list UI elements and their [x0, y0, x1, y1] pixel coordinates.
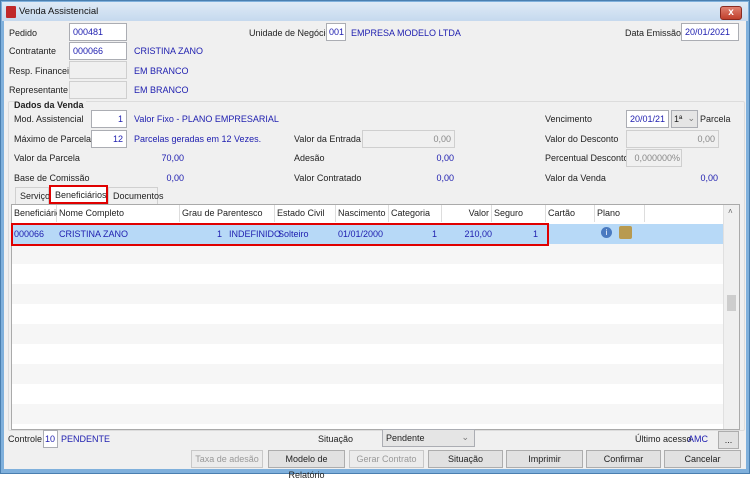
contratante-label: Contratante — [9, 46, 57, 56]
taxa-adesao-button[interactable]: Taxa de adesão — [191, 450, 263, 468]
contratante-name: CRISTINA ZANO — [134, 46, 204, 56]
adesao-value: 0,00 — [436, 153, 454, 163]
max-label: Máximo de Parcelas — [14, 134, 96, 144]
cancelar-button[interactable]: Cancelar — [664, 450, 741, 468]
table-row — [12, 284, 723, 304]
col-header[interactable]: Cartão — [546, 205, 595, 222]
unidade-label: Unidade de Negócio — [249, 28, 331, 38]
more-button[interactable]: ... — [718, 431, 739, 449]
scroll-up-icon[interactable]: ˄ — [728, 207, 733, 216]
resp-label: Resp. Financeiro — [9, 66, 78, 76]
max-text: Parcelas geradas em 12 Vezes. — [134, 134, 262, 144]
window: Venda Assistencial x Pedido 000481 Contr… — [0, 0, 750, 480]
mod-input[interactable]: 1 — [91, 110, 127, 128]
col-header[interactable]: Nascimento — [336, 205, 389, 222]
data-label: Data Emissão — [625, 28, 682, 38]
table-row — [12, 324, 723, 344]
col-header[interactable]: Categoria — [389, 205, 442, 222]
col-header[interactable]: Grau de Parentesco — [180, 205, 275, 222]
row-highlight — [11, 223, 549, 246]
parcela-label: Parcela — [700, 114, 731, 124]
ultimo-value: AMC — [688, 434, 708, 444]
base-label: Base de Comissão — [14, 173, 90, 183]
table-row — [12, 404, 723, 424]
pedido-label: Pedido — [9, 28, 38, 38]
valor-entrada-input[interactable]: 0,00 — [362, 130, 455, 148]
app-logo-icon — [6, 6, 16, 18]
close-button[interactable]: x — [720, 6, 742, 20]
unidade-name: EMPRESA MODELO LTDA — [351, 28, 461, 38]
max-parcelas-input[interactable]: 12 — [91, 130, 127, 148]
controle-input[interactable]: 10 — [43, 430, 58, 448]
scroll-thumb[interactable] — [727, 295, 736, 311]
title-bar: Venda Assistencial x — [2, 2, 748, 21]
controle-status: PENDENTE — [61, 434, 111, 444]
col-header[interactable]: Beneficiário — [12, 205, 61, 222]
controle-label: Controle — [8, 434, 43, 444]
resp-name: EM BRANCO — [134, 66, 189, 76]
rep-name: EM BRANCO — [134, 85, 189, 95]
tab-documentos[interactable]: Documentos — [108, 187, 164, 204]
perc-label: Percentual Desconto — [545, 153, 629, 163]
user-card-icon[interactable] — [619, 226, 632, 239]
scrollbar[interactable]: ˄ — [723, 205, 739, 429]
ultimo-label: Último acesso — [635, 434, 692, 444]
table-row — [12, 244, 723, 264]
info-icon[interactable]: i — [601, 227, 612, 238]
contratado-value: 0,00 — [436, 173, 454, 183]
confirmar-button[interactable]: Confirmar — [586, 450, 661, 468]
data-emissao-input[interactable]: 20/01/2021 — [681, 23, 739, 41]
table-row — [12, 364, 723, 384]
mod-text: Valor Fixo - PLANO EMPRESARIAL — [134, 114, 279, 124]
col-header[interactable]: Valor — [442, 205, 492, 222]
valor-parcela: 70,00 — [161, 153, 184, 163]
mod-label: Mod. Assistencial — [14, 114, 84, 124]
entrada-label: Valor da Entrada — [294, 134, 361, 144]
tab-beneficiarios[interactable]: Beneficiários — [49, 185, 108, 204]
col-header[interactable]: Estado Civil — [275, 205, 336, 222]
unidade-input[interactable]: 001 — [326, 23, 346, 41]
dados-title: Dados da Venda — [14, 100, 86, 110]
chevron-down-icon: ⌄ — [461, 432, 469, 442]
rep-label: Representante — [9, 85, 69, 95]
col-header[interactable]: Plano — [595, 205, 645, 222]
rep-input[interactable] — [69, 81, 127, 99]
desconto-input[interactable]: 0,00 — [626, 130, 719, 148]
vencimento-input[interactable]: 20/01/21 — [626, 110, 669, 128]
venc-label: Vencimento — [545, 114, 593, 124]
parcela-select[interactable]: 1ª ⌄ — [671, 110, 698, 128]
adesao-label: Adesão — [294, 153, 325, 163]
col-header[interactable]: Nome Completo — [57, 205, 180, 222]
chevron-down-icon: ⌄ — [687, 113, 695, 123]
venda-value: 0,00 — [700, 173, 718, 183]
modelo-relatorio-button[interactable]: Modelo de Relatório — [268, 450, 345, 480]
situacao-select[interactable]: Pendente ⌄ — [382, 429, 475, 447]
desconto-label: Valor do Desconto — [545, 134, 619, 144]
parcela-value: 1ª — [674, 114, 683, 124]
venda-label: Valor da Venda — [545, 173, 606, 183]
resp-input[interactable] — [69, 61, 127, 79]
window-title: Venda Assistencial — [19, 6, 99, 17]
imprimir-button[interactable]: Imprimir — [506, 450, 583, 468]
situacao-button[interactable]: Situação — [428, 450, 503, 468]
client-area: Pedido 000481 Contratante 000066 CRISTIN… — [4, 21, 746, 480]
perc-desconto-input[interactable]: 0,000000% — [626, 149, 682, 167]
tab-servicos[interactable]: Serviços — [15, 187, 55, 204]
valor-parcela-label: Valor da Parcela — [14, 153, 80, 163]
situacao-label: Situação — [318, 434, 354, 444]
gerar-contrato-button[interactable]: Gerar Contrato — [349, 450, 424, 468]
contratado-label: Valor Contratado — [294, 173, 362, 183]
situacao-value: Pendente — [386, 433, 425, 443]
col-header[interactable]: Seguro — [492, 205, 546, 222]
pedido-input[interactable]: 000481 — [69, 23, 127, 41]
contratante-input[interactable]: 000066 — [69, 42, 127, 60]
base-comissao: 0,00 — [166, 173, 184, 183]
